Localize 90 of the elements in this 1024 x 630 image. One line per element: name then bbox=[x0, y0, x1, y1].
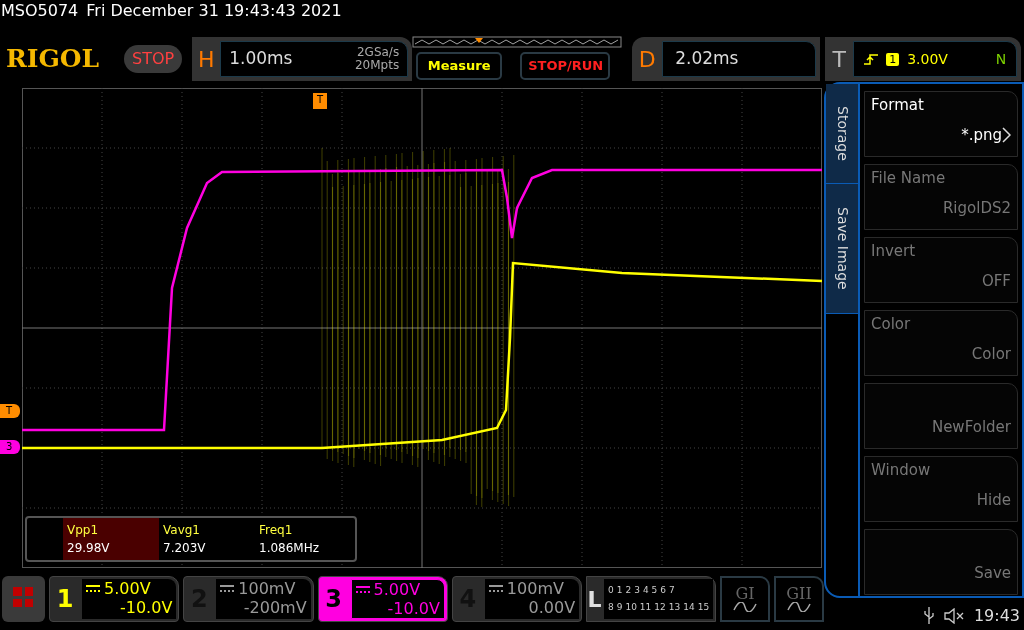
date-time: Fri December 31 19:43:43 2021 bbox=[86, 0, 342, 22]
channel-tab[interactable]: 3 5.00V -10.0V bbox=[317, 576, 448, 622]
generator-button[interactable]: GI bbox=[720, 576, 771, 622]
trigger-level-marker: T bbox=[0, 404, 20, 418]
horizontal-panel[interactable]: H 1.00ms 2GSa/s 20Mpts bbox=[192, 37, 413, 81]
logic-analyzer-tab[interactable]: L 0 1 2 3 4 5 6 7 8 9 10 11 12 13 14 15 bbox=[586, 576, 717, 622]
logic-bit: 7 bbox=[669, 584, 675, 597]
measurement-name: Vavg1 bbox=[163, 522, 201, 539]
channel-offset: -10.0V bbox=[387, 599, 440, 618]
horizontal-label: H bbox=[196, 45, 216, 74]
menu-item-value: Hide bbox=[976, 490, 1011, 511]
channel-offset: -200mV bbox=[243, 598, 307, 617]
logo: RIGOL bbox=[6, 43, 101, 76]
channel-offset: -10.0V bbox=[120, 598, 173, 617]
measurement-item[interactable]: Vavg1 7.203V bbox=[159, 518, 255, 560]
measure-button[interactable]: Measure bbox=[416, 52, 503, 80]
menu-item[interactable]: Format *.png bbox=[864, 91, 1018, 157]
menu-item-value: Color bbox=[971, 344, 1011, 365]
grid-icon bbox=[13, 587, 33, 607]
menu-item-value: *.png bbox=[961, 125, 1002, 146]
model-name: MSO5074 bbox=[1, 0, 79, 22]
logic-bit: 12 bbox=[654, 600, 666, 614]
side-tab[interactable]: Save Image bbox=[826, 184, 858, 314]
side-tab[interactable]: Storage bbox=[826, 84, 858, 184]
channel-number: 1 bbox=[56, 584, 74, 615]
measurement-value: 1.086MHz bbox=[259, 540, 321, 557]
channel-tab[interactable]: 1 5.00V -10.0V bbox=[49, 576, 180, 622]
logic-bit: 4 bbox=[642, 584, 649, 597]
trigger-source: 1 bbox=[886, 52, 900, 66]
measurement-item[interactable]: Vpp1 29.98V bbox=[63, 518, 159, 560]
rising-edge-icon bbox=[864, 53, 879, 65]
menu-item-value: NewFolder bbox=[931, 417, 1011, 438]
menu-item-label: Format bbox=[871, 96, 924, 114]
menu-item-label: File Name bbox=[871, 169, 946, 187]
generator-button[interactable]: GII bbox=[774, 576, 824, 622]
channel-scale: 100mV bbox=[238, 579, 296, 598]
dc-coupling-icon bbox=[86, 584, 101, 593]
stop-run-button[interactable]: STOP/RUN bbox=[520, 52, 611, 80]
logic-bit: 13 bbox=[668, 600, 681, 614]
delay-panel[interactable]: D 2.02ms bbox=[632, 37, 821, 81]
trigger-mode: N bbox=[995, 49, 1007, 69]
channel-scale: 5.00V bbox=[104, 579, 151, 598]
logic-label: L bbox=[587, 585, 602, 614]
channel-marker: 3 bbox=[0, 440, 20, 454]
sine-wave-icon bbox=[787, 602, 812, 612]
delay-label: D bbox=[637, 45, 657, 74]
menu-item-label: Color bbox=[871, 315, 911, 333]
channel-scale: 5.00V bbox=[373, 580, 421, 599]
trigger-level: 3.00V bbox=[907, 49, 948, 69]
menu-item-value: RigolDS2 bbox=[942, 198, 1011, 219]
trigger-position-marker: T bbox=[313, 93, 327, 109]
logic-bit: 1 bbox=[616, 584, 623, 597]
channel-scale: 100mV bbox=[506, 579, 564, 598]
menu-item-value: Save bbox=[974, 563, 1011, 584]
measurement-name: Freq1 bbox=[259, 522, 294, 539]
measurement-name: Vpp1 bbox=[67, 522, 100, 539]
logic-bit: 14 bbox=[683, 600, 695, 614]
channel-offset: 0.00V bbox=[528, 598, 576, 617]
logic-bit: 9 bbox=[616, 600, 623, 614]
timebase-value: 1.00ms bbox=[229, 47, 293, 71]
sine-wave-icon bbox=[733, 602, 758, 612]
menu-grid-button[interactable] bbox=[2, 576, 46, 622]
logic-bit: 8 bbox=[607, 600, 614, 614]
menu-item-label: Window bbox=[871, 461, 931, 479]
logic-bit: 2 bbox=[625, 584, 632, 597]
measurement-value: 29.98V bbox=[67, 540, 111, 557]
usb-icon bbox=[923, 607, 934, 625]
logic-bit: 15 bbox=[697, 600, 710, 614]
logic-bit: 6 bbox=[660, 584, 667, 597]
menu-item-value: OFF bbox=[981, 271, 1011, 292]
trigger-panel[interactable]: T 1 3.00V N bbox=[825, 37, 1022, 81]
memory-depth: 20Mpts bbox=[354, 59, 400, 72]
logic-bit: 11 bbox=[639, 600, 652, 614]
run-state-badge: STOP bbox=[124, 45, 183, 73]
dc-coupling-icon bbox=[220, 584, 235, 593]
dc-coupling-icon bbox=[355, 585, 370, 594]
logic-bit: 3 bbox=[634, 584, 640, 597]
logic-bit: 5 bbox=[651, 584, 658, 597]
trigger-label: T bbox=[831, 45, 847, 74]
measurement-item[interactable]: Freq1 1.086MHz bbox=[255, 518, 351, 560]
channel-number: 3 bbox=[325, 584, 342, 615]
dc-coupling-icon bbox=[488, 584, 503, 593]
delay-value: 2.02ms bbox=[675, 47, 739, 71]
logic-bit: 0 bbox=[607, 584, 614, 597]
measurement-value: 7.203V bbox=[163, 540, 207, 557]
menu-item-label: Invert bbox=[871, 242, 916, 260]
logic-bit: 10 bbox=[625, 600, 637, 614]
sample-rate: 2GSa/s bbox=[356, 46, 400, 59]
speaker-muted-icon bbox=[943, 608, 964, 624]
clock-time: 19:43 bbox=[973, 605, 1020, 627]
